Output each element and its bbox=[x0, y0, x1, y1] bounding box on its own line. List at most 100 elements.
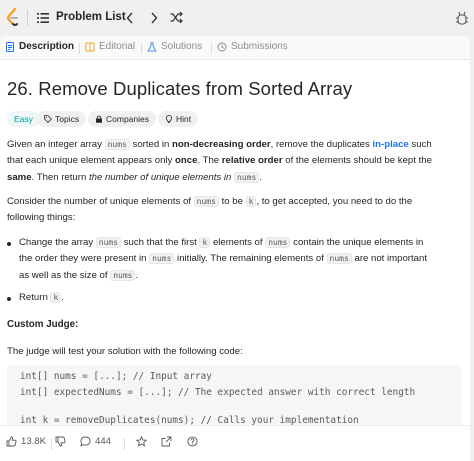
like-count: 13.8K bbox=[21, 436, 47, 447]
tab-description[interactable]: Description bbox=[5, 41, 74, 52]
tab-submissions[interactable]: Submissions bbox=[217, 41, 288, 52]
custom-judge-heading: Custom Judge: bbox=[7, 319, 79, 330]
bold-text: non-decreasing order bbox=[172, 139, 271, 150]
comments-button[interactable]: 444 bbox=[80, 436, 111, 447]
text: of the elements should be kept the bbox=[282, 155, 432, 167]
help-button[interactable] bbox=[187, 436, 198, 447]
history-icon bbox=[217, 42, 227, 51]
text: . Then return bbox=[31, 171, 89, 183]
text: . The bbox=[197, 155, 222, 167]
text: to be bbox=[218, 196, 246, 207]
topics-label: Topics bbox=[55, 114, 80, 124]
inline-code: nums bbox=[95, 237, 122, 248]
star-icon bbox=[136, 436, 147, 447]
inline-code: k bbox=[199, 237, 211, 248]
text: the order they were present in bbox=[19, 253, 150, 265]
judge-text: The judge will test your solution with t… bbox=[7, 346, 243, 357]
tag-icon bbox=[44, 115, 52, 123]
chevron-right-icon[interactable] bbox=[149, 10, 159, 26]
bottom-toolbar: 13.8K 444 bbox=[0, 425, 470, 461]
inline-code: nums bbox=[104, 139, 130, 150]
tab-solutions[interactable]: Solutions bbox=[147, 41, 202, 52]
bullet-item-2: Return k. bbox=[19, 290, 459, 306]
bullet-dot bbox=[7, 242, 11, 246]
tab-divider bbox=[211, 43, 212, 54]
tab-editorial[interactable]: Editorial bbox=[85, 41, 135, 52]
problem-list-link[interactable]: Problem List bbox=[56, 11, 126, 23]
divider bbox=[124, 438, 125, 450]
inline-code: k bbox=[50, 292, 62, 303]
text: following things: bbox=[7, 212, 76, 224]
text: are not important bbox=[351, 253, 428, 265]
inline-code: nums bbox=[326, 253, 352, 265]
thumbs-down-icon bbox=[55, 436, 66, 447]
leetcode-logo-icon[interactable] bbox=[6, 8, 20, 28]
tab-description-label: Description bbox=[19, 41, 75, 52]
document-icon bbox=[6, 41, 14, 52]
nav-divider bbox=[27, 10, 28, 26]
favorite-button[interactable] bbox=[136, 436, 147, 447]
text: initially. The remaining elements of bbox=[174, 253, 327, 265]
tab-solutions-label: Solutions bbox=[161, 41, 203, 52]
text: that each unique element appears only bbox=[7, 155, 176, 167]
bold-text: once bbox=[175, 155, 198, 167]
text: . bbox=[135, 269, 139, 281]
italic-text: the number of unique elements in bbox=[88, 171, 232, 183]
in-place-link[interactable]: in-place bbox=[372, 139, 408, 150]
comment-count: 444 bbox=[95, 436, 112, 447]
chevron-left-icon[interactable] bbox=[125, 10, 135, 26]
bullet-item-1: Change the array nums such that the firs… bbox=[19, 235, 459, 284]
comment-icon bbox=[80, 436, 91, 447]
text: as well as the size of bbox=[19, 269, 111, 281]
tab-editorial-label: Editorial bbox=[99, 41, 136, 52]
difficulty-label: Easy bbox=[14, 114, 33, 124]
like-button[interactable]: 13.8K bbox=[6, 436, 46, 447]
text: such bbox=[408, 139, 432, 150]
text: . bbox=[259, 171, 262, 183]
topics-chip[interactable]: Topics bbox=[37, 111, 87, 127]
inline-code: nums bbox=[110, 269, 136, 281]
tab-bar: Description Editorial Solutions Submissi… bbox=[0, 36, 470, 60]
top-nav: Problem List bbox=[0, 0, 474, 36]
shuffle-icon[interactable] bbox=[170, 11, 183, 24]
text: sorted in bbox=[129, 139, 172, 150]
problem-title[interactable]: 26. Remove Duplicates from Sorted Array bbox=[7, 78, 352, 100]
hint-chip[interactable]: Hint bbox=[158, 111, 199, 127]
text: Return bbox=[19, 292, 51, 303]
flask-icon bbox=[147, 41, 157, 51]
bold-text: relative order bbox=[221, 155, 283, 167]
difficulty-badge: Easy bbox=[7, 111, 40, 127]
tab-divider bbox=[79, 43, 80, 54]
list-icon[interactable] bbox=[37, 12, 49, 24]
bullet-dot bbox=[7, 297, 11, 301]
tab-submissions-label: Submissions bbox=[231, 41, 288, 52]
inline-code: nums bbox=[149, 253, 175, 265]
description-paragraph-1: Given an integer array nums sorted in no… bbox=[7, 137, 462, 186]
text: , to get accepted, you need to do the bbox=[256, 196, 413, 207]
hint-label: Hint bbox=[176, 114, 192, 124]
text: Change the array bbox=[19, 237, 96, 248]
tab-divider bbox=[141, 43, 142, 54]
bold-text: same bbox=[7, 171, 32, 183]
help-icon bbox=[187, 436, 198, 447]
book-icon bbox=[85, 42, 95, 51]
code-line: int[] nums = [...]; // Input array bbox=[20, 371, 212, 382]
text: , remove the duplicates bbox=[270, 139, 373, 150]
text: contain the unique elements in bbox=[290, 237, 424, 248]
text: Given an integer array bbox=[7, 139, 105, 150]
companies-chip[interactable]: Companies bbox=[88, 111, 156, 127]
description-paragraph-2: Consider the number of unique elements o… bbox=[7, 194, 462, 227]
share-icon bbox=[161, 436, 172, 447]
text: . bbox=[61, 292, 64, 303]
code-line: int[] expectedNums = [...]; // The expec… bbox=[20, 387, 416, 398]
text: elements of bbox=[210, 237, 266, 248]
lock-icon bbox=[96, 115, 102, 123]
inline-code: nums bbox=[265, 237, 291, 248]
description-panel: Description Editorial Solutions Submissi… bbox=[0, 36, 470, 461]
share-button[interactable] bbox=[161, 436, 172, 447]
thumbs-up-icon bbox=[6, 436, 17, 447]
debug-icon[interactable] bbox=[455, 11, 469, 25]
inline-code: nums bbox=[193, 196, 219, 207]
lightbulb-icon bbox=[165, 115, 173, 123]
dislike-button[interactable] bbox=[55, 436, 66, 447]
